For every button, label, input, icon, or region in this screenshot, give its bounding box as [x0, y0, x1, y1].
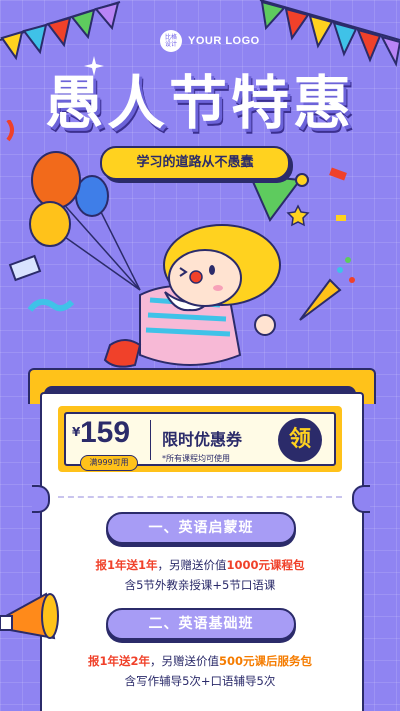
offer-middle: ，另赠送价值 — [157, 558, 227, 572]
megaphone-icon — [0, 590, 82, 642]
course-offer-1: 报1年送1年，另赠送价值1000元课程包 — [40, 557, 360, 573]
course-detail-2: 含写作辅导5次+口语辅导5次 — [124, 674, 276, 688]
card-notch-right — [352, 485, 370, 513]
logo-mark: 比格 设计 — [160, 30, 182, 52]
brand-logo: 比格 设计 YOUR LOGO — [160, 30, 260, 52]
claim-button[interactable]: 领 — [278, 418, 322, 462]
coupon-condition: 满999可用 — [80, 455, 138, 471]
star-icon — [286, 204, 310, 227]
offer-highlight: 报1年送2年 — [87, 654, 150, 668]
logo-text: YOUR LOGO — [188, 35, 260, 47]
subtitle-banner: 学习的道路从不愚蠢 — [100, 146, 290, 180]
coupon-title: 限时优惠券 — [162, 430, 243, 449]
offer-highlight: 报1年送1年 — [95, 558, 158, 572]
poster: 比格 设计 YOUR LOGO 愚人节特惠 学习的道路从不愚蠢 ¥ 159 满9… — [0, 0, 400, 711]
coupon-note: *所有课程均可使用 — [162, 454, 230, 463]
coupon-divider — [150, 420, 151, 460]
offer-middle: ，另赠送价值 — [150, 654, 219, 668]
course-title-2[interactable]: 二、英语基础班 — [106, 608, 296, 640]
card-divider — [58, 496, 342, 498]
party-popper-icon — [299, 257, 355, 321]
offer-bonus: 1000元课程包 — [226, 558, 305, 572]
course-title-1[interactable]: 一、英语启蒙班 — [106, 512, 296, 544]
offer-bonus: 500元课后服务包 — [219, 654, 313, 668]
coupon-price: 159 — [80, 416, 131, 449]
